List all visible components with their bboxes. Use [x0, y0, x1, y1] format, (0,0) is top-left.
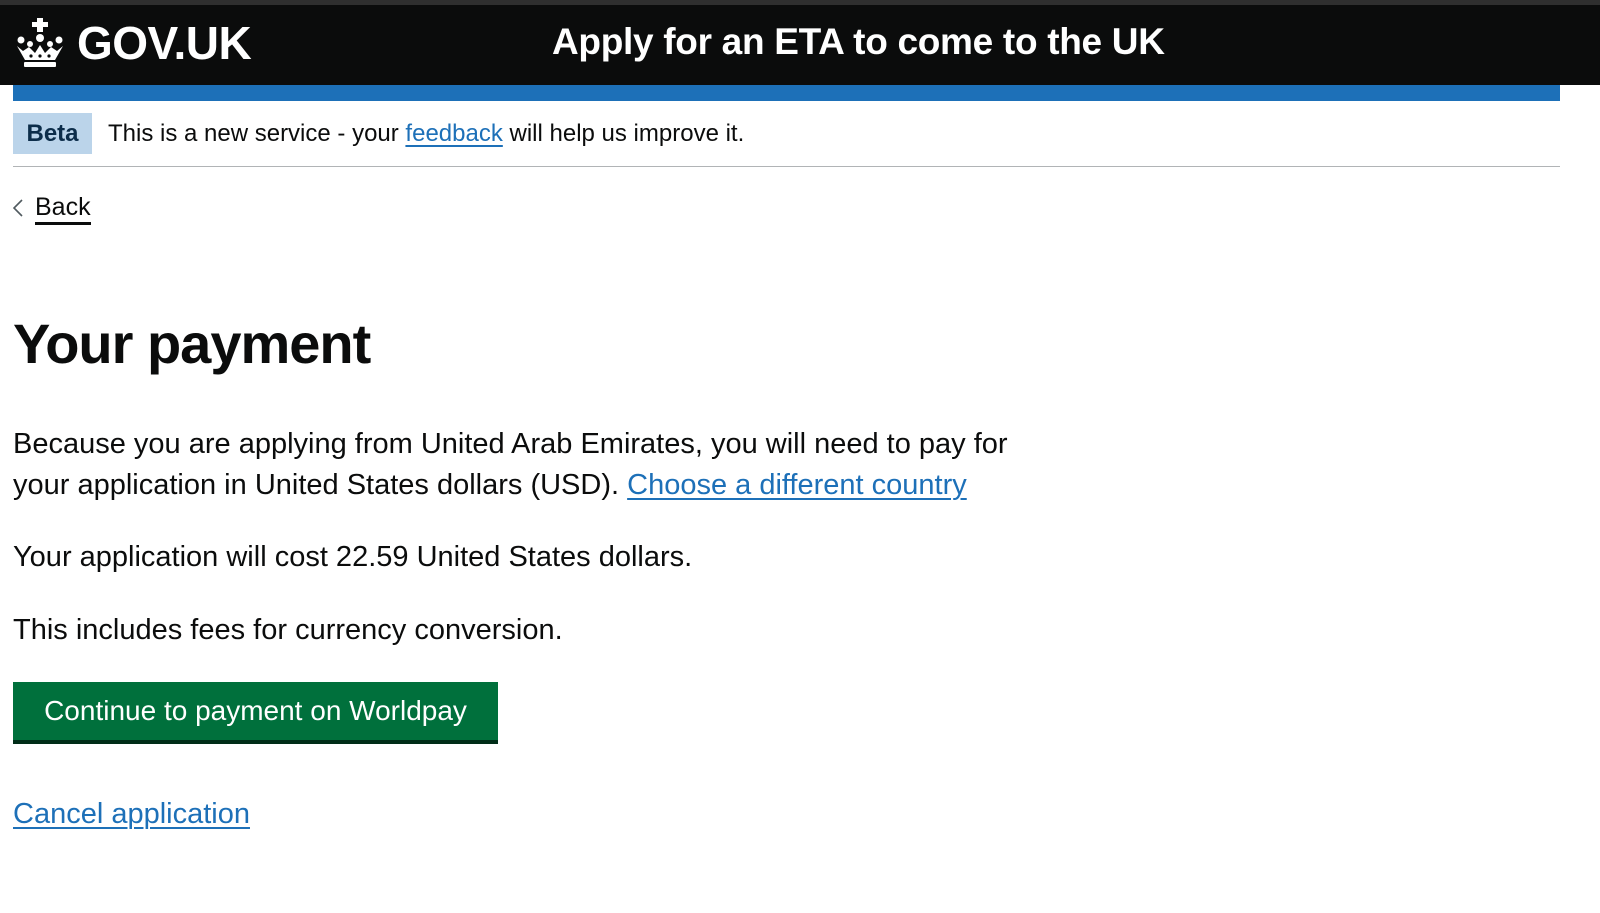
back-link-label: Back	[35, 192, 91, 225]
header-blue-bar	[13, 85, 1560, 101]
choose-different-country-link[interactable]: Choose a different country	[627, 469, 967, 501]
fees-paragraph: This includes fees for currency conversi…	[13, 614, 563, 646]
govuk-logo-text: GOV.UK	[77, 17, 252, 69]
phase-text-after: will help us improve it.	[502, 120, 745, 147]
phase-text-before: This is a new service - your	[108, 120, 406, 147]
feedback-link[interactable]: feedback	[405, 120, 502, 147]
cancel-application-link[interactable]: Cancel application	[13, 794, 250, 834]
cost-paragraph: Your application will cost 22.59 United …	[13, 541, 693, 573]
chevron-left-icon	[13, 199, 23, 217]
continue-to-payment-button[interactable]: Continue to payment on Worldpay	[13, 682, 498, 740]
beta-tag: Beta	[13, 113, 92, 154]
site-header: GOV.UK Apply for an ETA to come to the U…	[0, 5, 1600, 85]
phase-banner: Beta This is a new service - your feedba…	[13, 113, 1560, 167]
service-name[interactable]: Apply for an ETA to come to the UK	[552, 21, 1165, 63]
back-link[interactable]: Back	[13, 190, 91, 226]
crown-icon	[17, 18, 63, 67]
phase-banner-text: This is a new service - your feedback wi…	[108, 113, 744, 154]
govuk-logo-link[interactable]: GOV.UK	[13, 15, 252, 71]
page-title: Your payment	[13, 312, 371, 375]
intro-paragraph: Because you are applying from United Ara…	[13, 424, 1033, 506]
